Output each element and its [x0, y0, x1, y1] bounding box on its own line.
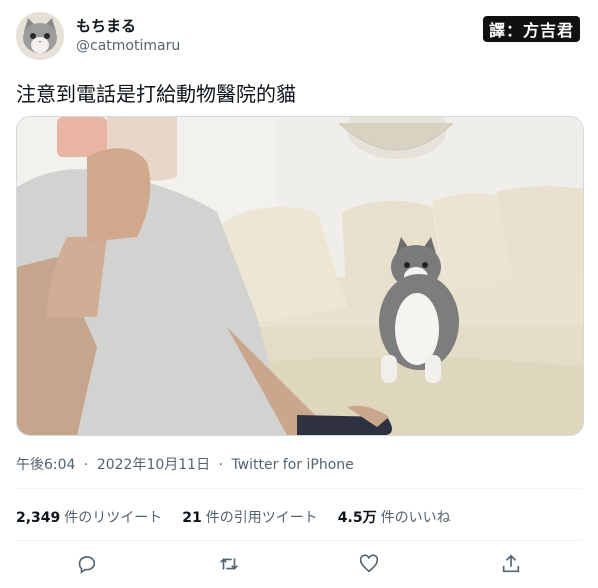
quote-stat[interactable]: 21 件の引用ツイート [182, 507, 317, 527]
retweet-stat[interactable]: 2,349 件のリツイート [16, 507, 162, 527]
like-icon [359, 554, 379, 573]
translator-watermark: 譯：方吉君 [482, 16, 580, 42]
meta-separator: · [83, 457, 89, 473]
tweet-meta: 午後6:04 · 2022年10月11日 · Twitter for iPhon… [16, 454, 354, 474]
reply-icon [78, 556, 96, 574]
meta-separator: · [218, 457, 223, 473]
tweet-client[interactable]: Twitter for iPhone [231, 457, 353, 473]
display-name[interactable]: もちまる [76, 15, 136, 36]
like-stat[interactable]: 4.5万 件のいいね [338, 507, 451, 527]
quote-label: 件の引用ツイート [205, 510, 318, 526]
tweet-photo[interactable] [16, 116, 584, 436]
share-icon [502, 554, 520, 573]
tweet-text: 注意到電話是打給動物醫院的貓 [16, 82, 296, 106]
share-button[interactable] [500, 553, 524, 577]
like-button[interactable] [358, 553, 382, 577]
retweet-icon [220, 558, 238, 570]
tweet-time[interactable]: 午後6:04 [16, 457, 75, 473]
divider [16, 488, 582, 489]
reply-button[interactable] [76, 553, 100, 577]
tweet-stats: 2,349 件のリツイート 21 件の引用ツイート 4.5万 件のいいね [16, 507, 451, 527]
quote-count: 21 [182, 510, 202, 526]
like-count: 4.5万 [337, 510, 377, 526]
tweet-date[interactable]: 2022年10月11日 [97, 457, 210, 473]
retweet-button[interactable] [218, 553, 242, 577]
retweet-label: 件のリツイート [64, 510, 163, 526]
avatar[interactable] [16, 12, 64, 60]
retweet-count: 2,349 [16, 510, 61, 526]
divider [16, 540, 582, 541]
like-label: 件のいいね [380, 510, 451, 526]
tweet-actions [0, 550, 598, 580]
user-handle[interactable]: @catmotimaru [76, 38, 180, 54]
